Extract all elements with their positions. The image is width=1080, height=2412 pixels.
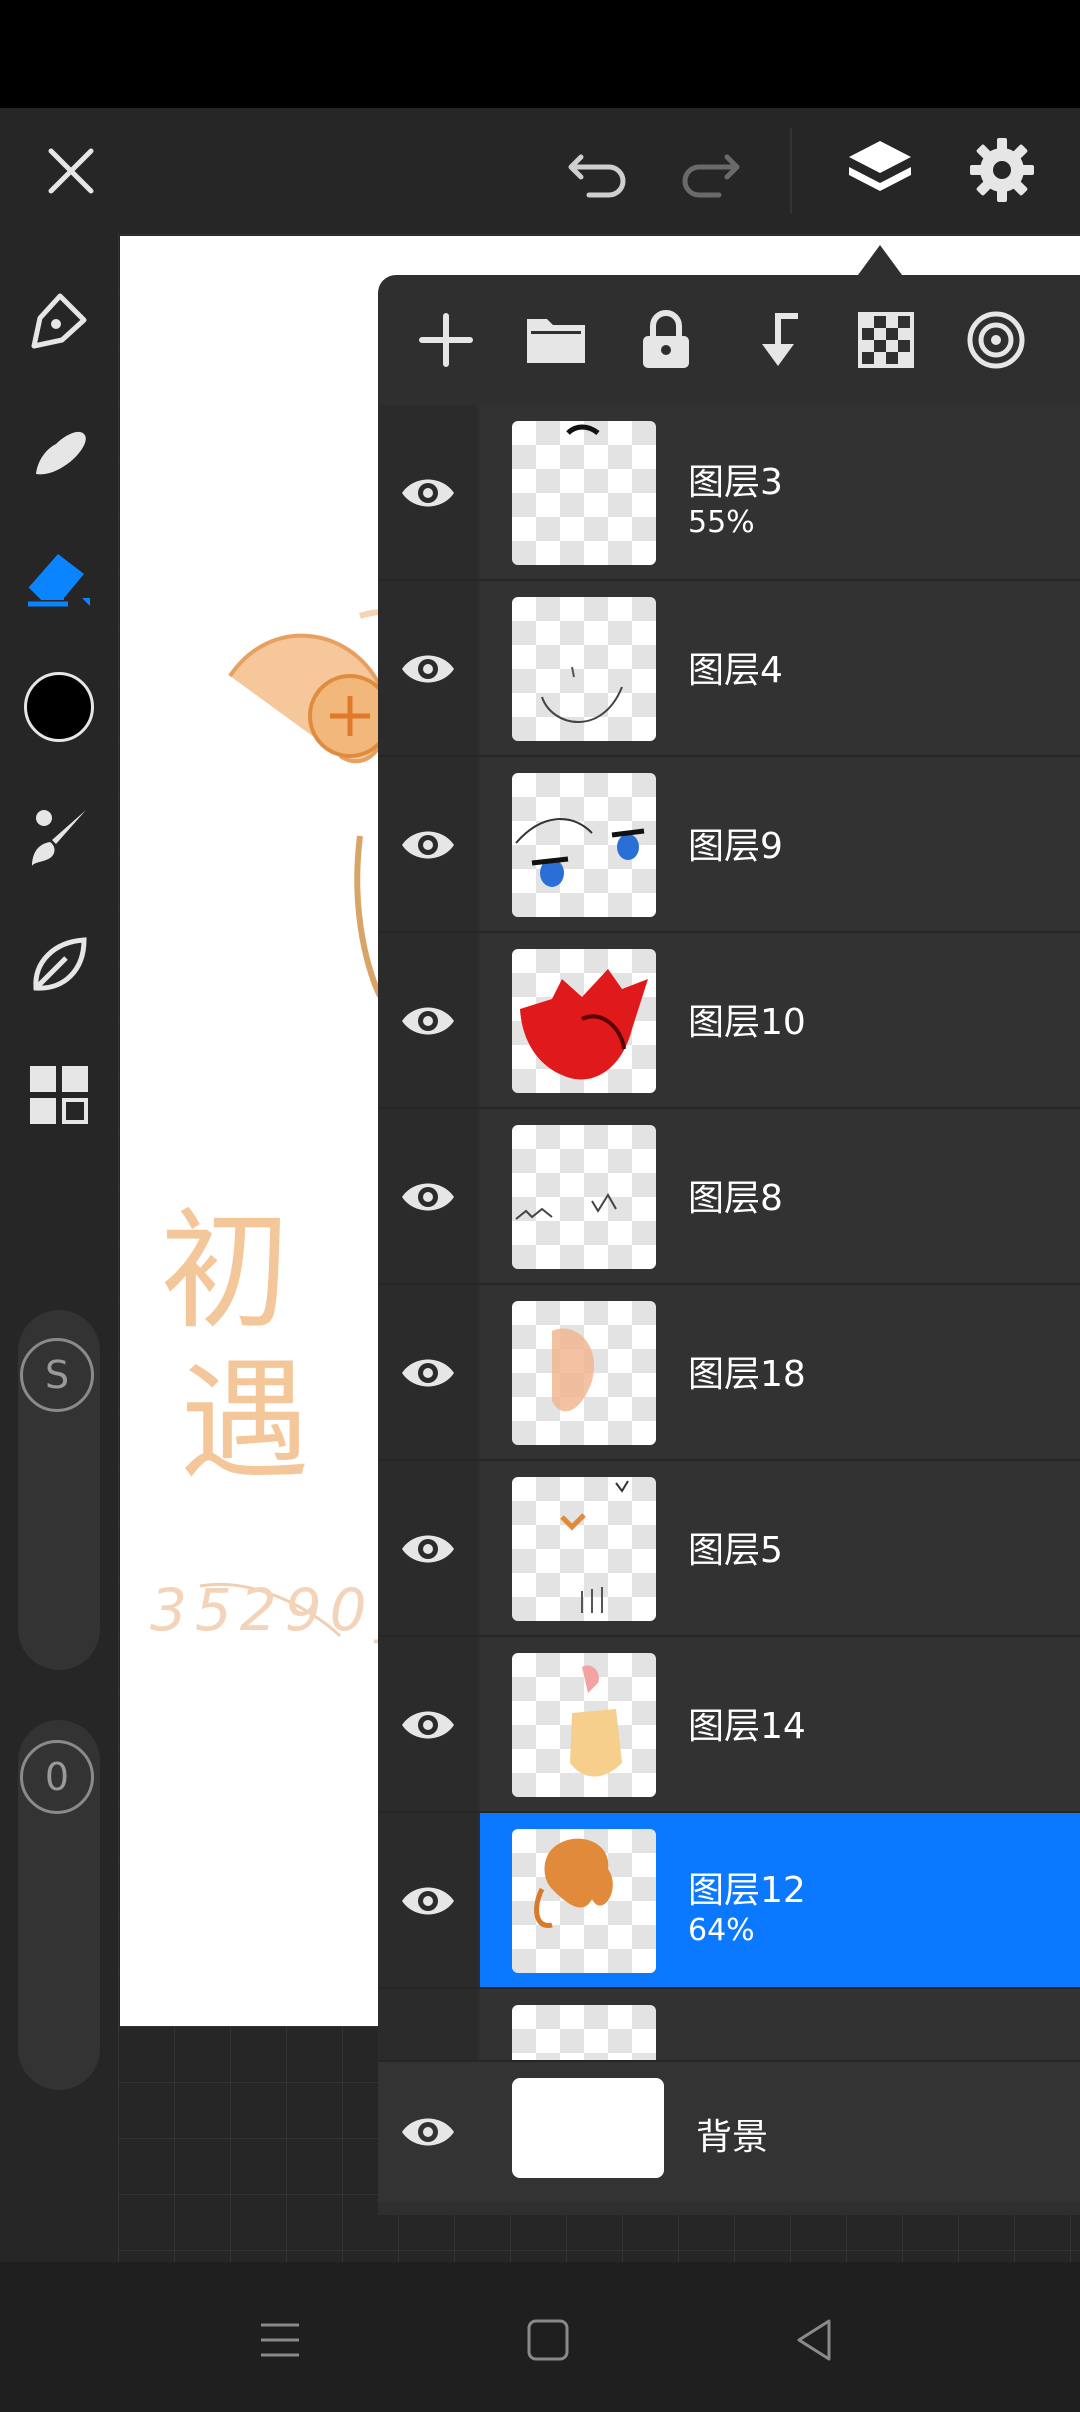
layer-thumbnail — [512, 1477, 656, 1621]
close-icon[interactable] — [36, 136, 106, 206]
add-layer-icon[interactable] — [411, 305, 481, 375]
merge-down-icon[interactable] — [741, 305, 811, 375]
transparency-icon[interactable] — [851, 305, 921, 375]
layer-thumbnail — [512, 2005, 656, 2060]
background-layer-name: 背景 — [696, 2117, 769, 2158]
layer-name: 图层9 — [688, 826, 783, 867]
visibility-eye-icon[interactable] — [400, 1873, 456, 1929]
artwork-scribble: 35290_ — [150, 1576, 412, 1644]
visibility-eye-icon[interactable] — [400, 817, 456, 873]
eraser-icon[interactable] — [18, 534, 100, 616]
layer-thumbnail — [512, 1301, 656, 1445]
folder-icon[interactable] — [521, 305, 591, 375]
visibility-eye-icon[interactable] — [400, 1697, 456, 1753]
status-bar — [0, 0, 1080, 108]
layer-opacity: 64% — [688, 1913, 755, 1948]
blend-icon[interactable] — [961, 305, 1031, 375]
smudge-icon[interactable] — [18, 410, 100, 492]
system-nav-bar — [0, 2262, 1080, 2412]
left-toolbar: S 0 — [0, 234, 118, 2262]
visibility-eye-icon[interactable] — [400, 1169, 456, 1225]
top-toolbar — [0, 108, 1080, 234]
pen-icon[interactable] — [18, 280, 100, 362]
layer-row[interactable]: 图层4 — [378, 581, 1080, 757]
size-slider[interactable]: S — [18, 1310, 100, 1670]
visibility-eye-icon[interactable] — [400, 641, 456, 697]
layer-name: 图层5 — [688, 1530, 783, 1571]
background-layer-row[interactable]: 背景 — [378, 2060, 1080, 2202]
layer-name: 图层8 — [688, 1178, 783, 1219]
layer-opacity: 55% — [688, 505, 755, 540]
layers-icon[interactable] — [842, 132, 918, 208]
layer-thumbnail — [512, 1125, 656, 1269]
layer-list[interactable]: 图层3 55% 图层4 图层9 图层10 图层8 图层18 图层5 图层14 图… — [378, 405, 1080, 2060]
layer-thumbnail — [512, 421, 656, 565]
size-slider-knob[interactable]: S — [20, 1338, 94, 1412]
opacity-slider-knob[interactable]: 0 — [20, 1740, 94, 1814]
visibility-eye-icon[interactable] — [400, 2104, 456, 2160]
layer-row[interactable]: 图层9 — [378, 757, 1080, 933]
gear-icon[interactable] — [964, 132, 1040, 208]
layer-thumbnail — [512, 949, 656, 1093]
visibility-eye-icon[interactable] — [400, 2049, 456, 2060]
layer-thumbnail — [512, 1653, 656, 1797]
layer-row[interactable]: 图层18 — [378, 1285, 1080, 1461]
panel-pointer — [858, 245, 902, 275]
visibility-eye-icon[interactable] — [400, 1521, 456, 1577]
lock-icon[interactable] — [631, 305, 701, 375]
layer-name: 图层4 — [688, 650, 783, 691]
layer-row[interactable]: 图层17 — [378, 1989, 1080, 2060]
background-thumbnail — [512, 2078, 664, 2178]
opacity-slider[interactable]: 0 — [18, 1720, 100, 2090]
artwork-text-2: 遇 — [180, 1345, 311, 1497]
visibility-eye-icon[interactable] — [400, 1345, 456, 1401]
visibility-eye-icon[interactable] — [400, 465, 456, 521]
layers-panel-toolbar — [378, 275, 1080, 405]
layer-name: 图层14 — [688, 1706, 806, 1747]
layer-row-selected[interactable]: 图层12 64% — [378, 1813, 1080, 1989]
layer-thumbnail — [512, 773, 656, 917]
brush-icon[interactable] — [18, 796, 100, 878]
layer-row[interactable]: 图层3 55% — [378, 405, 1080, 581]
artwork-text-1: 初 — [160, 1195, 291, 1347]
layer-row[interactable]: 图层14 — [378, 1637, 1080, 1813]
layer-name: 图层18 — [688, 1354, 806, 1395]
layer-name: 图层3 — [688, 462, 783, 503]
menu-icon[interactable] — [250, 2310, 310, 2370]
undo-icon[interactable] — [564, 136, 634, 206]
layer-row[interactable]: 图层8 — [378, 1109, 1080, 1285]
layer-name: 图层12 — [688, 1870, 806, 1911]
color-swatch[interactable] — [18, 666, 100, 748]
toolbar-divider — [790, 128, 792, 214]
grid-icon[interactable] — [18, 1054, 100, 1136]
layer-thumbnail — [512, 597, 656, 741]
home-icon[interactable] — [518, 2310, 578, 2370]
layer-name: 图层10 — [688, 1002, 806, 1043]
back-icon[interactable] — [784, 2310, 844, 2370]
layers-panel: 图层3 55% 图层4 图层9 图层10 图层8 图层18 图层5 图层14 图… — [378, 275, 1080, 2215]
redo-icon[interactable] — [674, 136, 744, 206]
layer-name: 图层17 — [688, 2049, 806, 2060]
layer-row[interactable]: 图层5 — [378, 1461, 1080, 1637]
visibility-eye-icon[interactable] — [400, 993, 456, 1049]
layer-thumbnail — [512, 1829, 656, 1973]
layer-row[interactable]: 图层10 — [378, 933, 1080, 1109]
leaf-icon[interactable] — [18, 924, 100, 1006]
